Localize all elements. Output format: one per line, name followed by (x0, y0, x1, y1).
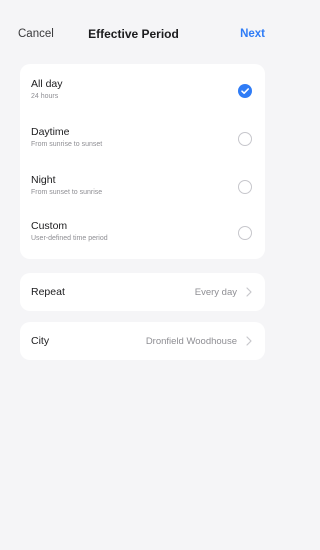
option-all-day[interactable]: All day 24 hours (20, 68, 265, 116)
option-description: From sunset to sunrise (31, 189, 103, 196)
option-label: All day (31, 78, 63, 90)
option-description: From sunrise to sunset (31, 141, 103, 148)
page-title: Effective Period (88, 27, 179, 41)
chevron-right-icon (246, 287, 252, 297)
option-label: Custom (31, 220, 68, 232)
repeat-row[interactable]: Repeat Every day (20, 273, 265, 311)
option-label: Daytime (31, 126, 70, 138)
chevron-right-icon (246, 336, 252, 346)
option-night[interactable]: Night From sunset to sunrise (20, 164, 265, 212)
city-label: City (31, 335, 50, 347)
option-description: 24 hours (31, 93, 59, 100)
repeat-value: Every day (194, 287, 237, 298)
checkmark-icon (241, 88, 249, 94)
repeat-label: Repeat (31, 286, 65, 298)
unselected-radio[interactable] (238, 226, 252, 240)
unselected-radio[interactable] (238, 180, 252, 194)
option-daytime[interactable]: Daytime From sunrise to sunset (20, 116, 265, 164)
option-description: User-defined time period (31, 235, 108, 242)
unselected-radio[interactable] (238, 132, 252, 146)
city-value: Dronfield Woodhouse (145, 336, 237, 347)
city-row[interactable]: City Dronfield Woodhouse (20, 322, 265, 360)
period-options-card: All day 24 hours Daytime From sunrise to… (20, 64, 265, 259)
next-button[interactable]: Next (240, 28, 265, 40)
option-custom[interactable]: Custom User-defined time period (20, 210, 265, 258)
selected-radio[interactable] (238, 84, 252, 98)
option-label: Night (31, 174, 56, 186)
navigation-bar: Cancel Effective Period Next (0, 0, 267, 64)
